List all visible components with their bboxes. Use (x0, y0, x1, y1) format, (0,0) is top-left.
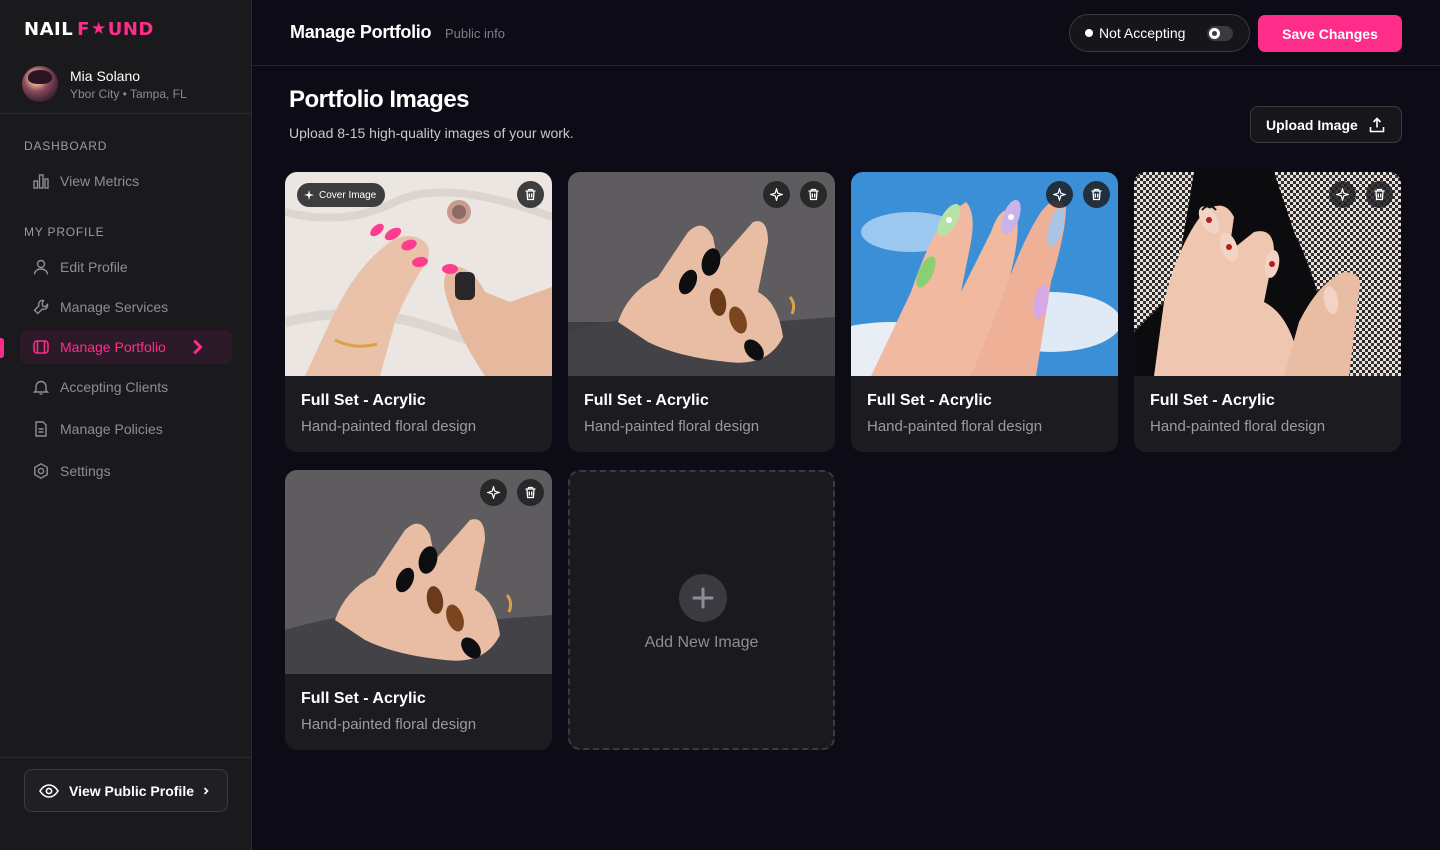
user-name: Mia Solano (70, 67, 141, 84)
portfolio-card[interactable]: Full Set - Acrylic Hand-painted floral d… (568, 172, 835, 452)
trash-icon (1091, 188, 1102, 201)
portfolio-image (1134, 172, 1401, 376)
sidebar-item-label: View Metrics (60, 173, 140, 189)
delete-image-button[interactable] (1366, 181, 1393, 208)
delete-image-button[interactable] (800, 181, 827, 208)
trash-icon (1374, 188, 1385, 201)
sparkle-icon (1336, 188, 1349, 201)
section-label-dashboard: DASHBOARD (24, 139, 108, 153)
card-description: Hand-painted floral design (301, 418, 477, 435)
trash-icon (525, 486, 536, 499)
card-description: Hand-painted floral design (584, 418, 760, 435)
logo-text-f: F (77, 18, 90, 40)
view-public-profile-label: View Public Profile (69, 782, 195, 799)
top-header: Manage Portfolio Public info Not Accepti… (252, 0, 1440, 66)
chevron-right-icon (193, 339, 203, 355)
divider (0, 757, 252, 758)
toggle-knob (1209, 28, 1220, 39)
user-card: Mia Solano Ybor City • Tampa, FL (22, 66, 187, 102)
portfolio-card[interactable]: Full Set - Acrylic Hand-painted floral d… (851, 172, 1118, 452)
card-title: Full Set - Acrylic (301, 392, 426, 409)
set-cover-button[interactable] (480, 479, 507, 506)
portfolio-card[interactable]: Full Set - Acrylic Hand-painted floral d… (285, 470, 552, 750)
user-icon (33, 259, 49, 275)
card-description: Hand-painted floral design (867, 418, 1043, 435)
sidebar: NAIL F ★ UND Mia Solano Ybor City • Tamp… (0, 0, 252, 850)
sidebar-item-manage-services[interactable]: Manage Services (20, 290, 232, 324)
set-cover-button[interactable] (763, 181, 790, 208)
toggle-switch[interactable] (1207, 26, 1233, 41)
portfolio-image (285, 470, 552, 674)
sidebar-item-label: Manage Policies (60, 421, 163, 437)
add-new-image-card[interactable]: Add New Image (568, 470, 835, 750)
trash-icon (525, 188, 536, 201)
card-title: Full Set - Acrylic (867, 392, 992, 409)
status-dot-icon (1085, 29, 1093, 37)
sidebar-item-settings[interactable]: Settings (20, 454, 232, 488)
divider (0, 113, 252, 114)
chart-icon (33, 174, 49, 189)
delete-image-button[interactable] (517, 479, 544, 506)
sparkle-icon (1053, 188, 1066, 201)
delete-image-button[interactable] (517, 181, 544, 208)
sidebar-item-manage-policies[interactable]: Manage Policies (20, 412, 232, 446)
cover-badge-label: Cover Image (319, 189, 377, 201)
view-public-profile-button[interactable]: View Public Profile (24, 769, 228, 812)
card-description: Hand-painted floral design (1150, 418, 1326, 435)
portfolio-image (851, 172, 1118, 376)
page-title: Manage Portfolio (290, 22, 432, 42)
active-indicator (0, 338, 4, 358)
delete-image-button[interactable] (1083, 181, 1110, 208)
portfolio-card[interactable]: Full Set - Acrylic Hand-painted floral d… (1134, 172, 1401, 452)
logo-text-und: UND (107, 18, 154, 40)
sidebar-item-label: Manage Portfolio (60, 339, 166, 355)
page-subtitle: Public info (445, 26, 505, 41)
status-label: Not Accepting (1099, 25, 1186, 41)
set-cover-button[interactable] (1329, 181, 1356, 208)
sidebar-item-accepting-clients[interactable]: Accepting Clients (20, 370, 232, 404)
section-subtitle: Upload 8-15 high-quality images of your … (289, 125, 574, 141)
avatar (22, 66, 58, 102)
add-new-image-label: Add New Image (644, 634, 759, 651)
portfolio-icon (33, 340, 49, 354)
sparkle-icon (304, 190, 314, 200)
plus-icon (679, 574, 727, 622)
upload-image-button[interactable]: Upload Image (1250, 106, 1402, 143)
sidebar-item-label: Settings (60, 463, 111, 479)
sidebar-item-manage-portfolio[interactable]: Manage Portfolio (20, 330, 232, 364)
gear-icon (34, 462, 48, 480)
section-label-my-profile: MY PROFILE (24, 225, 105, 239)
bell-icon (32, 380, 50, 395)
sidebar-item-view-metrics[interactable]: View Metrics (20, 164, 232, 198)
card-description: Hand-painted floral design (301, 716, 477, 733)
wrench-icon (33, 299, 49, 315)
brand-logo[interactable]: NAIL F ★ UND (24, 17, 154, 41)
document-icon (35, 421, 47, 437)
cover-image-badge: Cover Image (297, 183, 386, 207)
card-title: Full Set - Acrylic (1150, 392, 1275, 409)
logo-star-icon: ★ (90, 19, 107, 39)
save-changes-button[interactable]: Save Changes (1258, 15, 1402, 52)
trash-icon (808, 188, 819, 201)
sparkle-icon (487, 486, 500, 499)
section-title: Portfolio Images (289, 86, 470, 113)
eye-icon (39, 783, 59, 798)
sidebar-item-label: Edit Profile (60, 259, 128, 275)
card-title: Full Set - Acrylic (584, 392, 709, 409)
set-cover-button[interactable] (1046, 181, 1073, 208)
sparkle-icon (770, 188, 783, 201)
upload-image-label: Upload Image (1266, 116, 1358, 133)
accepting-status-toggle[interactable]: Not Accepting (1069, 14, 1250, 52)
upload-icon (1369, 116, 1385, 132)
user-location: Ybor City • Tampa, FL (70, 86, 187, 101)
card-title: Full Set - Acrylic (301, 690, 426, 707)
sidebar-item-edit-profile[interactable]: Edit Profile (20, 250, 232, 284)
chevron-right-icon (203, 786, 209, 795)
portfolio-image (568, 172, 835, 376)
sidebar-item-label: Manage Services (60, 299, 169, 315)
sidebar-item-label: Accepting Clients (60, 379, 169, 395)
portfolio-card[interactable]: Cover Image Full Set - Acrylic Hand-pain… (285, 172, 552, 452)
logo-text-nail: NAIL (24, 18, 74, 40)
